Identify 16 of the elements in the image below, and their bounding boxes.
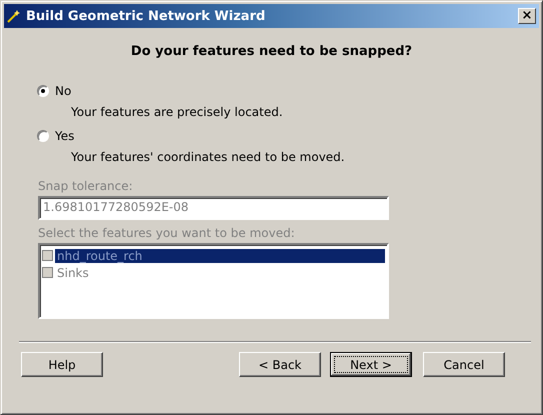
wizard-question: Do your features need to be snapped? bbox=[130, 44, 414, 59]
field-label: Snap tolerance: bbox=[38, 179, 134, 193]
help-button[interactable]: Help bbox=[21, 352, 103, 377]
window-title: Build Geometric Network Wizard bbox=[26, 8, 266, 24]
next-button[interactable]: Next > bbox=[330, 352, 412, 377]
wand-icon bbox=[7, 9, 21, 23]
radio-label[interactable]: Yes bbox=[55, 129, 74, 143]
option-description: Your features are precisely located. bbox=[71, 105, 283, 119]
radio-button[interactable] bbox=[37, 85, 49, 97]
list-label: Select the features you want to be moved: bbox=[38, 226, 296, 240]
option-description: Your features' coordinates need to be moved. bbox=[71, 150, 345, 164]
close-button[interactable]: × bbox=[518, 8, 536, 24]
radio-label[interactable]: No bbox=[55, 84, 72, 98]
cancel-button[interactable]: Cancel bbox=[423, 352, 505, 377]
radio-button[interactable] bbox=[37, 130, 49, 142]
back-button[interactable]: < Back bbox=[239, 352, 321, 377]
